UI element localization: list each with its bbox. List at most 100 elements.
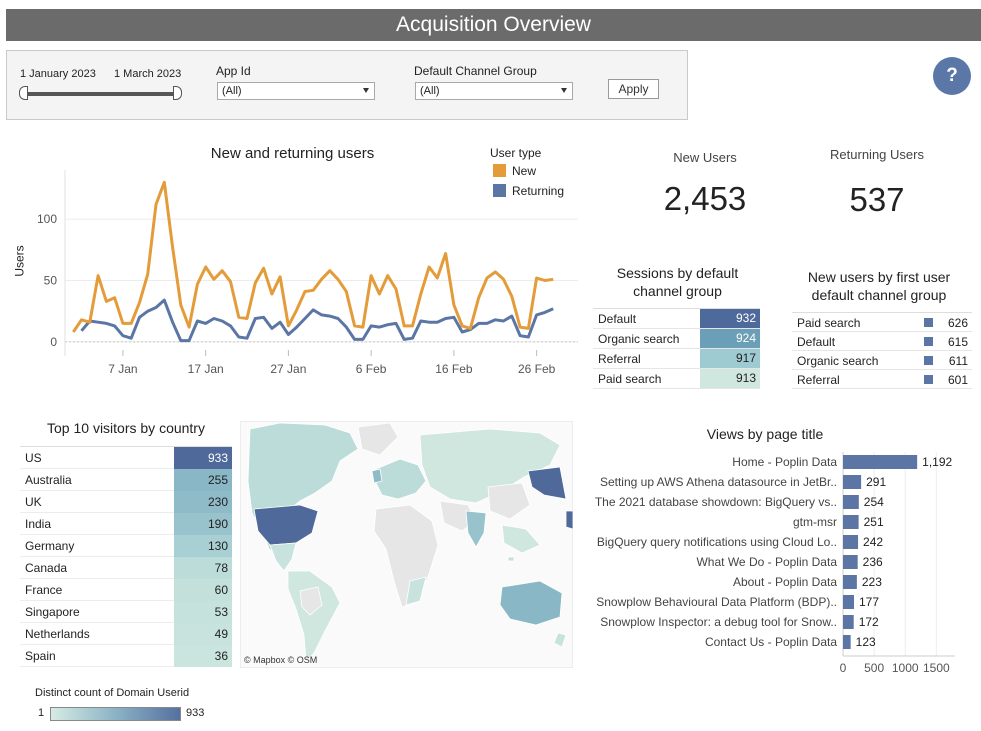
country-row[interactable]: India 190 <box>20 513 232 535</box>
bar-category-label: What We Do - Poplin Data <box>696 555 837 569</box>
country-name: Netherlands <box>25 627 90 641</box>
bar[interactable] <box>843 535 859 549</box>
new-users-channel-table: Paid search 626 Default 615 Organic search 61… <box>792 312 972 389</box>
x-tick-label: 17 Jan <box>188 362 224 376</box>
new-users-channel-value: 601 <box>947 373 968 387</box>
dashboard-title: Acquisition Overview <box>6 9 981 41</box>
chevron-down-icon <box>363 88 369 93</box>
country-visitors: 230 <box>174 491 232 513</box>
y-tick-label: 0 <box>50 335 57 349</box>
new-users-channel-row: Paid search 626 <box>792 313 972 332</box>
bar[interactable] <box>843 635 851 649</box>
country-visitors: 190 <box>174 513 232 535</box>
x-tick-label: 6 Feb <box>356 362 387 376</box>
country-row[interactable]: UK 230 <box>20 491 232 513</box>
sessions-table: Default 932 Organic search 924 Referral 917 Pa… <box>593 308 760 389</box>
channel-group-label: Default Channel Group <box>414 64 537 78</box>
country-visitors: 933 <box>174 447 232 469</box>
sessions-row-value: 917 <box>700 349 760 368</box>
x-tick-label: 26 Feb <box>518 362 556 376</box>
new-users-channel-title: New users by first user default channel … <box>793 268 965 304</box>
map-attribution: © Mapbox © OSM <box>244 655 318 665</box>
date-end-label: 1 March 2023 <box>114 68 182 80</box>
country-name: Canada <box>25 561 68 575</box>
channel-marker-icon <box>924 337 933 346</box>
country-row[interactable]: Singapore 53 <box>20 601 232 623</box>
country-row[interactable]: France 60 <box>20 579 232 601</box>
bar[interactable] <box>843 555 858 569</box>
bar-category-label: Home - Poplin Data <box>732 455 837 469</box>
sessions-row: Organic search 924 <box>593 329 760 349</box>
countries-table: US 933 Australia 255 UK 230 India 190 Germany 130… <box>20 446 232 667</box>
world-map[interactable] <box>240 421 573 668</box>
country-row[interactable]: US 933 <box>20 447 232 469</box>
x-tick-label: 7 Jan <box>108 362 137 376</box>
new-users-channel-label: Referral <box>797 373 840 387</box>
bar[interactable] <box>843 475 862 489</box>
sessions-title-line1: Sessions by default <box>616 265 739 281</box>
country-row[interactable]: Spain 36 <box>20 645 232 667</box>
date-slider-start-handle[interactable] <box>19 86 28 100</box>
app-id-dropdown[interactable]: (All) <box>217 82 375 100</box>
new-users-channel-value: 615 <box>947 335 968 349</box>
country-name: India <box>25 517 52 531</box>
bar-value-label: 236 <box>863 555 883 569</box>
legend-title: User type <box>490 146 542 160</box>
country-name: Spain <box>25 649 56 663</box>
countries-title: Top 10 visitors by country <box>47 420 205 436</box>
x-tick-label: 27 Jan <box>270 362 306 376</box>
sessions-row-value: 913 <box>700 369 760 388</box>
sessions-row-label: Referral <box>598 352 641 366</box>
bar-x-tick-label: 1000 <box>892 661 919 675</box>
bar-value-label: 172 <box>859 615 879 629</box>
bar[interactable] <box>843 455 918 469</box>
sessions-row-label: Organic search <box>598 332 680 346</box>
sessions-row: Paid search 913 <box>593 369 760 389</box>
bar[interactable] <box>843 575 857 589</box>
country-row[interactable]: Germany 130 <box>20 535 232 557</box>
help-button[interactable]: ? <box>933 57 971 95</box>
country-row[interactable]: Netherlands 49 <box>20 623 232 645</box>
new-users-channel-value: 626 <box>947 316 968 330</box>
chevron-down-icon <box>561 88 567 93</box>
country-name: Singapore <box>25 605 80 619</box>
y-tick-label: 100 <box>37 212 57 226</box>
sessions-title: Sessions by default channel group <box>590 264 765 300</box>
country-visitors: 255 <box>174 469 232 491</box>
apply-button[interactable]: Apply <box>608 79 659 99</box>
sessions-title-line2: channel group <box>633 283 722 299</box>
bar-category-label: Snowplow Inspector: a debug tool for Sno… <box>600 615 837 629</box>
country-row[interactable]: Canada 78 <box>20 557 232 579</box>
new-users-channel-label: Organic search <box>797 354 879 368</box>
bar-value-label: 254 <box>864 495 884 509</box>
new-users-channel-row: Default 615 <box>792 332 972 351</box>
country-visitors: 49 <box>174 623 232 645</box>
country-name: Germany <box>25 539 75 553</box>
bar-category-label: Setting up AWS Athena datasource in JetB… <box>600 475 837 489</box>
returning-users-value: 537 <box>849 181 905 218</box>
date-range-slider[interactable] <box>24 92 179 96</box>
country-visitors: 60 <box>174 579 232 601</box>
returning-users-label: Returning Users <box>830 147 924 162</box>
sessions-row-label: Paid search <box>598 372 662 386</box>
bar[interactable] <box>843 595 855 609</box>
new-users-channel-title-line2: default channel group <box>811 287 947 303</box>
bar-value-label: 177 <box>859 595 879 609</box>
color-legend-gradient <box>50 707 181 721</box>
bar-value-label: 123 <box>856 635 876 649</box>
bar-value-label: 223 <box>862 575 882 589</box>
country-name: France <box>25 583 63 597</box>
color-legend-max: 933 <box>186 707 205 719</box>
sessions-row: Default 932 <box>593 309 760 329</box>
bar-x-tick-label: 500 <box>864 661 884 675</box>
bar[interactable] <box>843 615 854 629</box>
channel-group-dropdown[interactable]: (All) <box>415 82 573 100</box>
channel-marker-icon <box>924 318 933 327</box>
bar-value-label: 291 <box>866 475 886 489</box>
bar-x-tick-label: 1500 <box>923 661 950 675</box>
bar[interactable] <box>843 515 859 529</box>
bar[interactable] <box>843 495 859 509</box>
country-visitors: 53 <box>174 601 232 623</box>
new-users-channel-title-line1: New users by first user <box>807 269 951 285</box>
country-row[interactable]: Australia 255 <box>20 469 232 491</box>
